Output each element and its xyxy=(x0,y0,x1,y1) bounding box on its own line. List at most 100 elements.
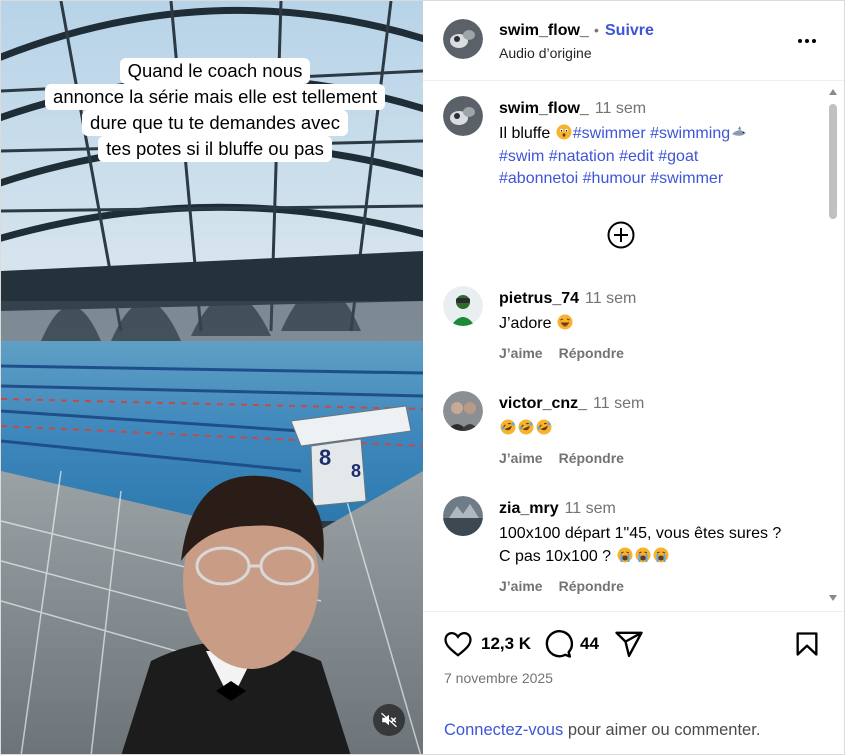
mute-toggle-button[interactable] xyxy=(373,704,405,736)
comment-item: pietrus_74 11 sem J’adore J’aime Répondre xyxy=(443,286,813,376)
heart-icon xyxy=(444,631,472,657)
post-actions-bar: 12,3 K 44 7 novembre 2025 Connectez-vous… xyxy=(423,611,844,754)
author-avatar-image xyxy=(443,19,483,59)
plus-circle-icon xyxy=(607,221,635,249)
share-button[interactable] xyxy=(614,629,644,659)
comment-reply-button[interactable]: Répondre xyxy=(559,578,624,594)
commenter-avatar-image xyxy=(443,496,483,536)
commenter-avatar[interactable] xyxy=(443,496,483,536)
comment-actions: J’aime Répondre xyxy=(499,345,640,361)
comment-reply-button[interactable]: Répondre xyxy=(559,450,624,466)
starting-block-number-2: 8 xyxy=(351,461,362,481)
comment-button[interactable] xyxy=(543,629,574,659)
comment-username[interactable]: pietrus_74 xyxy=(499,290,579,307)
comment-username[interactable]: zia_mry xyxy=(499,500,559,517)
commenter-avatar-image xyxy=(443,391,483,431)
post-modal: 8 8 Quand le coach nous annonce la série… xyxy=(0,0,845,755)
comment-item: zia_mry 11 sem 100x100 départ 1"45, vous … xyxy=(443,496,813,606)
comment-actions: J’aime Répondre xyxy=(499,578,640,594)
hashtag-link[interactable]: #humour xyxy=(583,170,646,187)
caption-line: Quand le coach nous xyxy=(119,58,311,84)
shark-icon xyxy=(732,126,747,136)
comment-time[interactable]: 11 sem xyxy=(585,290,636,307)
caption-body: Il bluffe xyxy=(499,125,551,142)
audio-link[interactable]: Audio d’origine xyxy=(499,45,592,61)
caption-text: Il bluffe #swimmer #swimming #swim #nata… xyxy=(499,123,819,191)
comment-actions: J’aime Répondre xyxy=(499,450,640,466)
more-horizontal-icon xyxy=(798,39,816,43)
login-prompt: Connectez-vous pour aimer ou commenter. xyxy=(444,721,760,740)
caption-line: tes potes si il bluffe ou pas xyxy=(98,136,332,162)
author-avatar[interactable] xyxy=(443,19,483,59)
comment-username-row: zia_mry 11 sem xyxy=(499,500,616,518)
starting-block-number: 8 xyxy=(319,445,332,470)
login-link[interactable]: Connectez-vous xyxy=(444,721,563,739)
hashtag-link[interactable]: #swimmer xyxy=(650,170,723,187)
comment-like-button[interactable]: J’aime xyxy=(499,578,543,594)
post-date[interactable]: 7 novembre 2025 xyxy=(444,670,553,686)
comment-text xyxy=(499,418,799,441)
bookmark-icon xyxy=(796,632,818,656)
login-prompt-text: pour aimer ou commenter. xyxy=(563,721,761,739)
author-avatar-image xyxy=(443,96,483,136)
hashtag-link[interactable]: #natation xyxy=(549,148,615,165)
comment-bubble-icon xyxy=(545,630,574,658)
follow-button[interactable]: Suivre xyxy=(605,22,654,40)
save-button[interactable] xyxy=(793,629,821,659)
rofl-face-icon xyxy=(536,419,552,435)
author-username[interactable]: swim_flow_ xyxy=(499,22,589,40)
hashtag-link[interactable]: #swimming xyxy=(650,125,730,142)
scroll-down-arrow[interactable] xyxy=(829,595,837,601)
speaker-muted-icon xyxy=(381,712,397,728)
comments-list[interactable]: swim_flow_ 11 sem Il bluffe #swimmer #swi… xyxy=(423,82,844,611)
comment-body: J’adore xyxy=(499,315,552,332)
comment-body-line1: 100x100 départ 1"45, vous êtes sures ? xyxy=(499,525,782,542)
hashtag-link[interactable]: #swimmer xyxy=(573,125,646,142)
comment-count[interactable]: 44 xyxy=(580,634,599,654)
commenter-avatar[interactable] xyxy=(443,391,483,431)
author-avatar[interactable] xyxy=(443,96,483,136)
post-header: swim_flow_ • Suivre Audio d’origine xyxy=(423,1,844,81)
comment-username-row: victor_cnz_ 11 sem xyxy=(499,395,644,413)
caption-time[interactable]: 11 sem xyxy=(595,100,646,117)
caption-username[interactable]: swim_flow_ xyxy=(499,100,589,117)
crying-face-icon xyxy=(617,547,633,562)
load-more-comments-button[interactable] xyxy=(606,220,636,250)
comment-like-button[interactable]: J’aime xyxy=(499,450,543,466)
hashtag-link[interactable]: #edit xyxy=(619,148,654,165)
caption-username-row: swim_flow_ 11 sem xyxy=(499,100,646,118)
scroll-thumb[interactable] xyxy=(829,104,837,219)
video-caption-overlay: Quand le coach nous annonce la série mai… xyxy=(19,58,411,162)
separator-dot: • xyxy=(594,22,599,38)
comment-text: 100x100 départ 1"45, vous êtes sures ? C… xyxy=(499,523,819,568)
crying-face-icon xyxy=(635,547,651,562)
caption-line: dure que tu te demandes avec xyxy=(82,110,348,136)
commenter-avatar[interactable] xyxy=(443,286,483,326)
post-caption: swim_flow_ 11 sem Il bluffe #swimmer #swi… xyxy=(443,96,813,206)
comment-text: J’adore xyxy=(499,313,799,336)
paper-plane-icon xyxy=(615,631,643,658)
post-details-panel: swim_flow_ • Suivre Audio d’origine swim… xyxy=(423,1,844,754)
hashtag-link[interactable]: #goat xyxy=(658,148,698,165)
comment-like-button[interactable]: J’aime xyxy=(499,345,543,361)
comments-scrollbar[interactable] xyxy=(826,82,840,611)
comment-body-line2: C pas 10x100 ? xyxy=(499,547,612,565)
commenter-avatar-image xyxy=(443,286,483,326)
comment-username-row: pietrus_74 11 sem xyxy=(499,290,636,308)
comment-time[interactable]: 11 sem xyxy=(593,395,644,412)
like-button[interactable] xyxy=(443,629,473,659)
scroll-up-arrow[interactable] xyxy=(829,89,837,95)
more-options-button[interactable] xyxy=(795,29,819,53)
like-count[interactable]: 12,3 K xyxy=(481,634,531,654)
comment-username[interactable]: victor_cnz_ xyxy=(499,395,587,412)
comment-item: victor_cnz_ 11 sem J’aime Répondre xyxy=(443,391,813,481)
crying-face-icon xyxy=(653,547,669,562)
hashtag-link[interactable]: #abonnetoi xyxy=(499,170,578,187)
hashtag-link[interactable]: #swim xyxy=(499,148,544,165)
thinking-face-icon xyxy=(556,124,572,140)
video-player[interactable]: 8 8 Quand le coach nous annonce la série… xyxy=(1,1,423,754)
caption-line: annonce la série mais elle est tellement xyxy=(45,84,385,110)
comment-time[interactable]: 11 sem xyxy=(565,500,616,517)
comment-reply-button[interactable]: Répondre xyxy=(559,345,624,361)
rofl-face-icon xyxy=(518,419,534,435)
